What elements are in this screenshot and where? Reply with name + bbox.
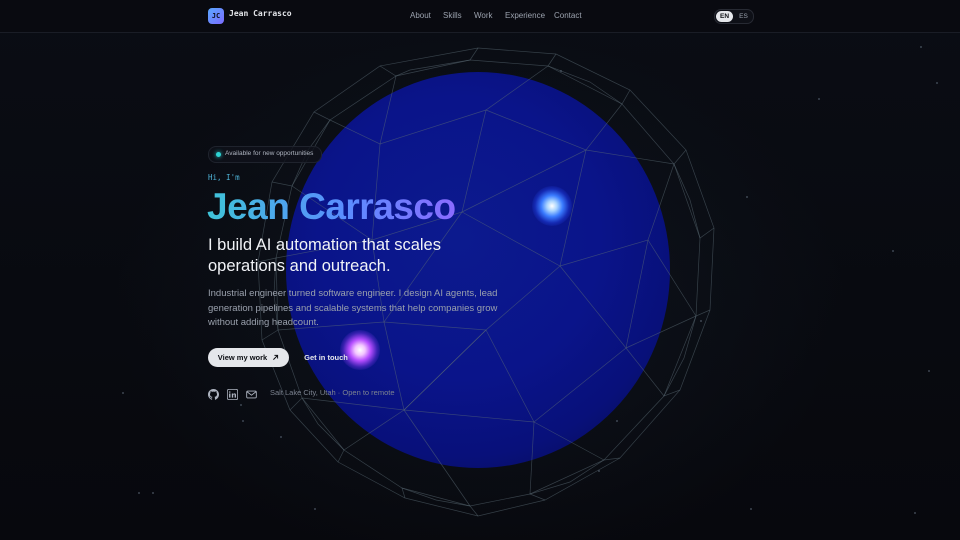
github-icon[interactable]	[208, 387, 219, 400]
nav-work[interactable]: Work	[474, 11, 493, 20]
hero-headline: I build AI automation that scales operat…	[208, 236, 441, 275]
nav-experience[interactable]: Experience	[505, 11, 545, 20]
view-my-work-label: View my work	[217, 353, 268, 362]
nav-skills[interactable]: Skills	[443, 11, 462, 20]
lang-en-button[interactable]: EN	[716, 11, 733, 22]
mail-icon[interactable]	[246, 387, 257, 399]
nav-contact[interactable]: Contact	[554, 11, 582, 20]
lang-es-button[interactable]: ES	[735, 11, 752, 22]
arrow-up-right-icon	[273, 354, 279, 360]
availability-text: Available for new opportunities	[225, 150, 314, 157]
logo-badge[interactable]: JC	[208, 8, 224, 24]
status-dot	[216, 152, 221, 157]
view-my-work-button[interactable]: View my work	[208, 348, 289, 367]
hero-description: Industrial engineer turned software engi…	[208, 288, 498, 328]
get-in-touch-button[interactable]: Get in touch	[297, 348, 355, 367]
logo-name[interactable]: Jean Carrasco	[229, 9, 292, 18]
linkedin-icon[interactable]	[226, 387, 239, 401]
hero-name: Jean Carrasco	[207, 186, 456, 227]
availability-badge: Available for new opportunities	[208, 146, 322, 163]
greeting: Hi, I'm	[208, 173, 240, 182]
site-header: JC Jean Carrasco About Skills Work Exper…	[0, 0, 960, 33]
location-text: Salt Lake City, Utah · Open to remote	[270, 388, 395, 397]
language-switcher: EN ES	[714, 9, 754, 24]
nav-about[interactable]: About	[410, 11, 431, 20]
blue-light-orb	[532, 186, 572, 226]
